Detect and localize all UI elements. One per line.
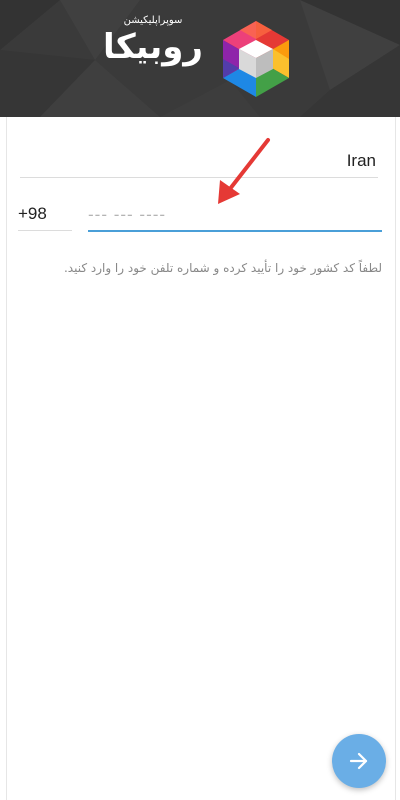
country-code-field[interactable]: +98 — [18, 204, 47, 224]
rubika-hexagon-logo-icon — [223, 21, 289, 97]
country-underline — [20, 177, 378, 178]
country-code-underline — [18, 230, 72, 231]
brand-logo: سوپراپلیکیشن روبیکا — [103, 15, 294, 102]
app-header: سوپراپلیکیشن روبیکا — [0, 0, 400, 117]
brand-name: روبیکا — [103, 27, 203, 67]
instructions-text: لطفاً کد کشور خود را تأیید کرده و شماره … — [63, 261, 382, 275]
arrow-right-icon — [349, 752, 368, 770]
country-selector[interactable]: Iran — [347, 151, 376, 171]
next-button[interactable] — [332, 734, 386, 788]
red-arrow-annotation-icon — [218, 138, 270, 204]
phone-input-underline — [88, 230, 382, 232]
